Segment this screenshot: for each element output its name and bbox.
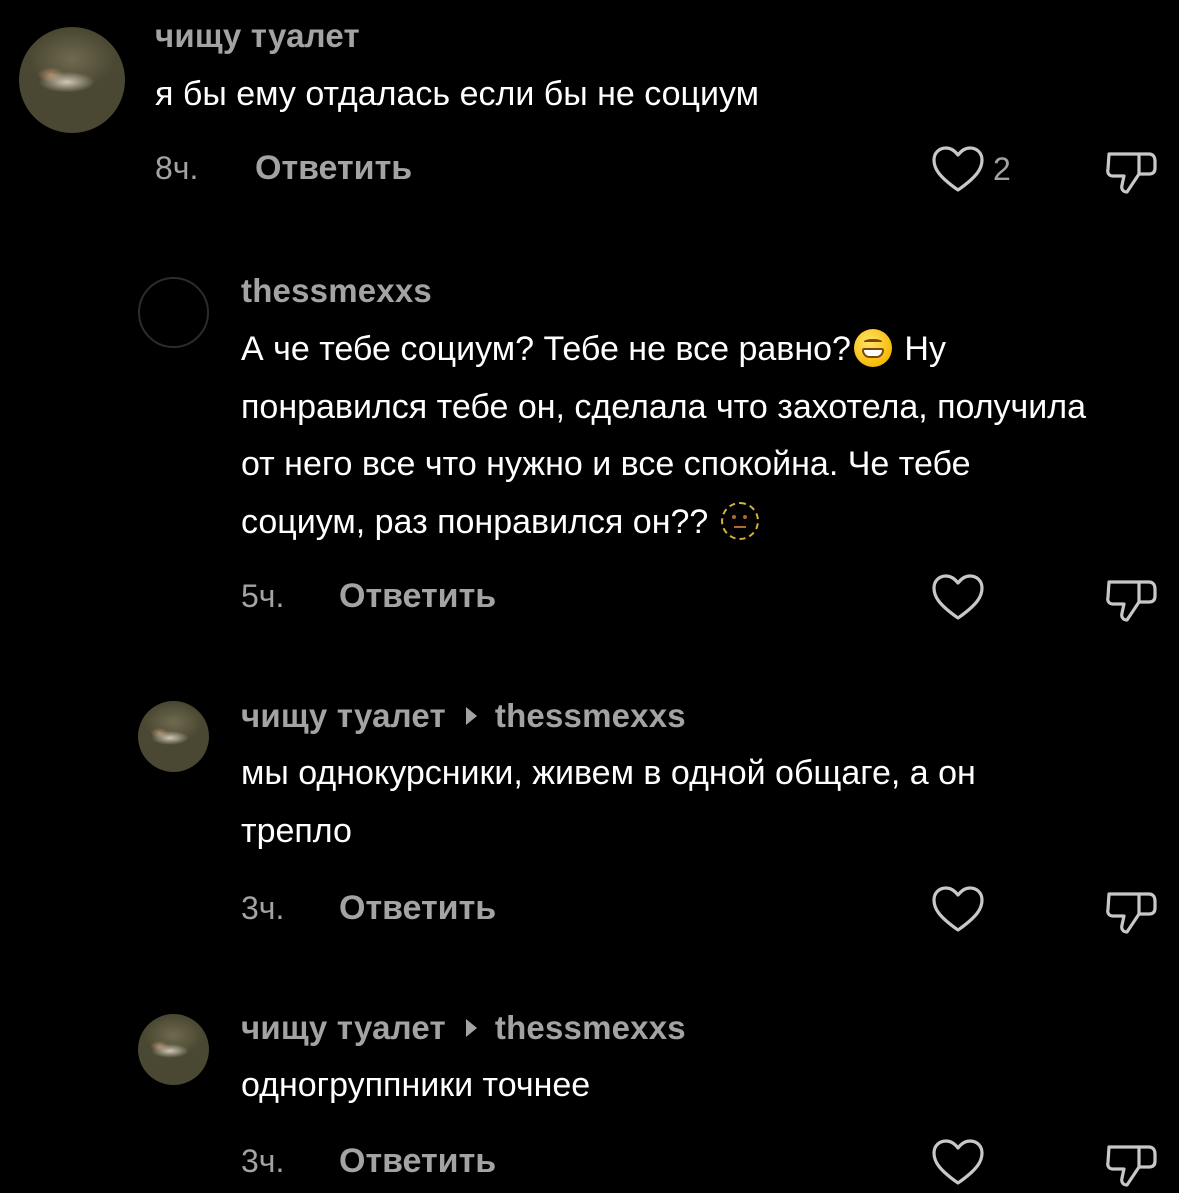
comment-username-row: thessmexxs bbox=[241, 272, 432, 310]
reply-button[interactable]: Ответить bbox=[339, 1142, 496, 1181]
comment-line-part: А че тебе социум? Тебе не все равно? bbox=[241, 330, 851, 368]
comment-text: одногруппники точнее bbox=[241, 1057, 590, 1115]
reply-to-username[interactable]: thessmexxs bbox=[495, 1009, 686, 1047]
comment-actions: 3ч. Ответить bbox=[0, 1133, 1179, 1193]
timestamp: 3ч. bbox=[241, 890, 285, 926]
heart-outline-icon[interactable] bbox=[932, 574, 984, 622]
comment-text: я бы ему отдалась если бы не социум bbox=[155, 66, 759, 124]
comment-line: мы однокурсники, живем в одной общаге, а… bbox=[241, 754, 976, 792]
comment-line-part: социум, раз понравился он?? bbox=[241, 502, 718, 541]
reply-to-username[interactable]: thessmexxs bbox=[495, 697, 686, 735]
like-count: 2 bbox=[993, 151, 1011, 187]
comment-username-row: чищу туалет thessmexxs bbox=[241, 697, 686, 735]
reply-button[interactable]: Ответить bbox=[255, 149, 412, 188]
comment-line: понравился тебе он, сделала что захотела… bbox=[241, 387, 1086, 426]
comment-actions: 5ч. Ответить bbox=[0, 568, 1179, 628]
username[interactable]: чищу туалет bbox=[241, 1009, 446, 1047]
thumbs-down-icon[interactable] bbox=[1105, 146, 1157, 196]
comment-line-part: Ну bbox=[894, 330, 946, 368]
comment-line: от него все что нужно и все спокойна. Че… bbox=[241, 445, 971, 483]
reply-arrow-icon bbox=[465, 707, 477, 725]
thumbs-down-icon[interactable] bbox=[1105, 886, 1157, 936]
timestamp: 8ч. bbox=[155, 150, 199, 186]
reply-button[interactable]: Ответить bbox=[339, 577, 496, 616]
comment-line: социум, раз понравился он?? bbox=[241, 494, 1086, 552]
comment-line: трепло bbox=[241, 811, 352, 850]
comment-line: я бы ему отдалась если бы не социум bbox=[155, 75, 760, 113]
reply-button[interactable]: Ответить bbox=[339, 889, 496, 928]
thumbs-down-icon[interactable] bbox=[1105, 574, 1157, 624]
comment-actions: 8ч. Ответить 2 bbox=[0, 140, 1179, 200]
reply-arrow-icon bbox=[465, 1019, 477, 1037]
heart-outline-icon[interactable] bbox=[932, 146, 984, 194]
heart-outline-icon[interactable] bbox=[932, 886, 984, 934]
username[interactable]: чищу туалет bbox=[241, 697, 446, 735]
heart-outline-icon[interactable] bbox=[932, 1139, 984, 1187]
comment-text: мы однокурсники, живем в одной общаге, а… bbox=[241, 745, 976, 860]
username[interactable]: чищу туалет bbox=[155, 17, 360, 55]
avatar[interactable] bbox=[19, 27, 125, 133]
comment-username-row: чищу туалет bbox=[155, 17, 360, 55]
timestamp: 5ч. bbox=[241, 578, 285, 614]
avatar[interactable] bbox=[138, 1014, 209, 1085]
username[interactable]: thessmexxs bbox=[241, 272, 432, 310]
timestamp: 3ч. bbox=[241, 1143, 285, 1179]
avatar[interactable] bbox=[138, 701, 209, 772]
comment-username-row: чищу туалет thessmexxs bbox=[241, 1009, 686, 1047]
grinning-face-emoji bbox=[853, 329, 892, 367]
comment-text: А че тебе социум? Тебе не все равно? Ну … bbox=[241, 321, 1086, 551]
dotted-line-face-emoji bbox=[720, 501, 759, 540]
comment-line: А че тебе социум? Тебе не все равно? Ну bbox=[241, 321, 1086, 379]
thumbs-down-icon[interactable] bbox=[1105, 1139, 1157, 1189]
avatar[interactable] bbox=[138, 277, 209, 348]
comment-line: одногруппники точнее bbox=[241, 1066, 591, 1104]
comment-actions: 3ч. Ответить bbox=[0, 880, 1179, 940]
